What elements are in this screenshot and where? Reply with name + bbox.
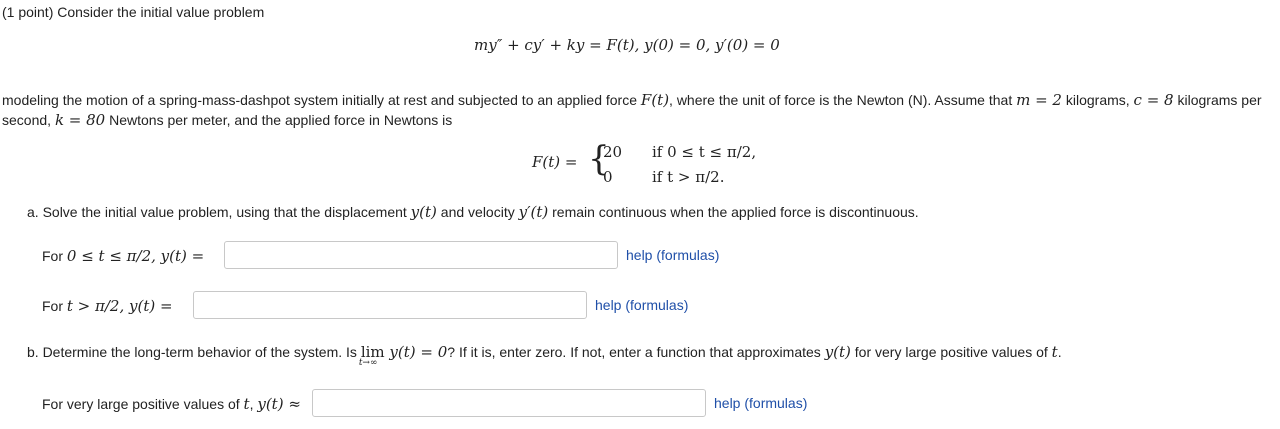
ode-equation: my″ + cy′ + ky = F(t), y(0) = 0, y′(0) =…	[474, 36, 780, 54]
help-formulas-link-3[interactable]: help (formulas)	[714, 395, 807, 411]
answer-1-condition: 0 ≤ t ≤ π/2, y(t) =	[66, 247, 205, 265]
intro-line-1: modeling the motion of a spring-mass-das…	[2, 91, 1262, 109]
part-a-text-3: remain continuous when the applied force…	[548, 204, 919, 220]
help-formulas-link-1[interactable]: help (formulas)	[626, 247, 719, 263]
intro-text-3: second,	[2, 112, 55, 128]
limit-body: y(t) = 0	[384, 343, 448, 361]
spring-constant: k = 80	[54, 111, 106, 129]
piecewise-cond-1: if 0 ≤ t ≤ π/2,	[652, 143, 757, 161]
part-a-text-2: and velocity	[436, 204, 519, 220]
piecewise-lhs: F(t) =	[532, 153, 578, 171]
part-b-text-2: ? If it is, enter zero. If not, enter a …	[447, 344, 825, 360]
piecewise-value-1: 20	[603, 143, 623, 161]
part-b-prompt: b. Determine the long-term behavior of t…	[27, 343, 1062, 368]
part-a-prompt: a. Solve the initial value problem, usin…	[27, 203, 919, 221]
damping-value: c = 8	[1133, 91, 1174, 109]
problem-header: (1 point) Consider the initial value pro…	[2, 4, 265, 20]
limit-expression: lim t→∞	[359, 343, 385, 368]
piecewise-cond-2: if t > π/2.	[652, 168, 725, 186]
intro-line-2: second, k = 80 Newtons per meter, and th…	[2, 111, 452, 129]
limit-subscript: t→∞	[358, 358, 378, 368]
answer-3-input[interactable]	[312, 389, 706, 417]
answer-3-expression: y(t) ≈	[257, 395, 301, 413]
intro-text-2: , where the unit of force is the Newton …	[669, 92, 1017, 108]
part-a-text-1: a. Solve the initial value problem, usin…	[27, 204, 411, 220]
intro-text-4: Newtons per meter, and the applied force…	[105, 112, 453, 128]
part-b-yt-symbol: y(t)	[824, 343, 851, 361]
answer-2-prefix: For	[42, 298, 67, 314]
help-formulas-link-2[interactable]: help (formulas)	[595, 297, 688, 313]
force-symbol: F(t)	[640, 91, 670, 109]
answer-2-input[interactable]	[193, 291, 587, 319]
part-b-text-3: for very large positive values of	[850, 344, 1052, 360]
displacement-symbol: y(t)	[410, 203, 437, 221]
answer-2-label: For t > π/2, y(t) =	[42, 297, 173, 315]
velocity-symbol: y′(t)	[518, 203, 549, 221]
answer-2-condition: t > π/2, y(t) =	[66, 297, 173, 315]
part-b-text-4: .	[1057, 344, 1062, 360]
answer-3-prefix: For very large positive values of	[42, 396, 244, 412]
answer-1-label: For 0 ≤ t ≤ π/2, y(t) =	[42, 247, 204, 265]
mass-value: m = 2	[1016, 91, 1062, 109]
intro-text-1: modeling the motion of a spring-mass-das…	[2, 92, 641, 108]
answer-1-input[interactable]	[224, 241, 618, 269]
damping-units: kilograms per	[1173, 92, 1262, 108]
answer-1-prefix: For	[42, 248, 67, 264]
piecewise-value-2: 0	[603, 168, 613, 186]
answer-3-label: For very large positive values of t, y(t…	[42, 395, 301, 413]
part-b-text-1: b. Determine the long-term behavior of t…	[27, 344, 361, 360]
kg-text: kilograms,	[1061, 92, 1134, 108]
